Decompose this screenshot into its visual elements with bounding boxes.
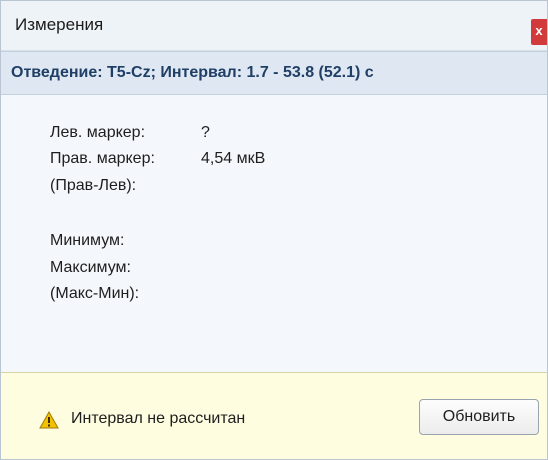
measurements-window: Измерения x Отведение: T5-Cz; Интервал: … (0, 0, 548, 460)
status-footer: Интервал не рассчитан Обновить (1, 372, 547, 459)
refresh-button[interactable]: Обновить (419, 399, 539, 435)
close-button[interactable]: x (531, 19, 547, 45)
right-marker-label: Прав. маркер: (50, 150, 155, 167)
interval-header: Отведение: T5-Cz; Интервал: 1.7 - 53.8 (… (1, 51, 547, 95)
minimum-row: Минимум: (50, 232, 201, 250)
title-bar[interactable]: Измерения x (1, 1, 547, 51)
minmax-diff-label: (Макс-Мин): (50, 285, 140, 302)
minmax-diff-row: (Макс-Мин): (50, 285, 201, 303)
left-marker-value: ? (201, 124, 210, 141)
measurements-panel: Лев. маркер:? Прав. маркер: 4,54 мкВ (Пра… (1, 95, 547, 372)
warning-message: Интервал не рассчитан (71, 410, 246, 427)
left-marker-label: Лев. маркер: (50, 124, 146, 141)
maximum-row: Максимум: (50, 259, 201, 277)
minimum-label: Минимум: (50, 232, 125, 249)
maximum-label: Максимум: (50, 259, 131, 276)
right-marker-row: Прав. маркер: 4,54 мкВ (50, 150, 265, 168)
marker-diff-row: (Прав-Лев): (50, 177, 201, 195)
marker-diff-label: (Прав-Лев): (50, 177, 137, 194)
left-marker-row: Лев. маркер:? (50, 124, 210, 142)
window-title: Измерения (15, 15, 104, 34)
interval-header-text: Отведение: T5-Cz; Интервал: 1.7 - 53.8 (… (11, 64, 374, 81)
warning-triangle-icon (39, 410, 59, 429)
right-marker-value: 4,54 мкВ (201, 150, 266, 167)
